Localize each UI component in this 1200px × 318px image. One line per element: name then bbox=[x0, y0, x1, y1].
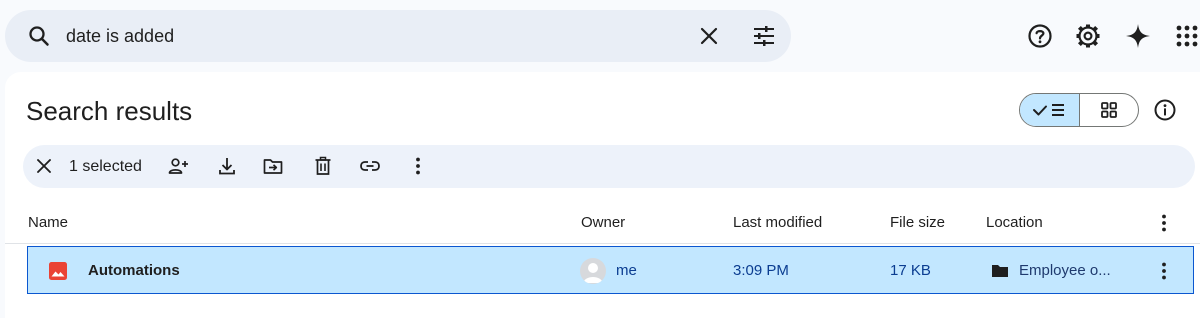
info-icon[interactable] bbox=[1153, 98, 1177, 122]
row-more-vert-icon[interactable] bbox=[1154, 259, 1174, 283]
close-icon[interactable] bbox=[697, 24, 721, 48]
more-vert-icon[interactable] bbox=[407, 155, 429, 177]
page-title: Search results bbox=[26, 96, 193, 126]
owner-value: me bbox=[616, 262, 637, 279]
column-header-name[interactable]: Name bbox=[28, 214, 68, 232]
download-icon[interactable] bbox=[216, 155, 238, 177]
sparkle-icon[interactable] bbox=[1124, 22, 1152, 50]
avatar bbox=[580, 258, 606, 284]
file-size-value: 17 KB bbox=[890, 262, 931, 279]
last-modified-value: 3:09 PM bbox=[733, 262, 789, 279]
folder-icon bbox=[991, 263, 1009, 279]
clear-selection-icon[interactable] bbox=[33, 155, 55, 177]
copy-link-icon[interactable] bbox=[359, 155, 381, 177]
header-divider bbox=[5, 243, 1200, 244]
move-to-folder-icon[interactable] bbox=[262, 155, 284, 177]
search-input[interactable]: date is added bbox=[66, 25, 174, 47]
grid-icon bbox=[1101, 102, 1117, 118]
list-view-button[interactable] bbox=[1020, 94, 1080, 126]
search-box[interactable]: date is added bbox=[5, 10, 791, 62]
column-header-owner[interactable]: Owner bbox=[581, 214, 625, 232]
view-toggle bbox=[1019, 93, 1139, 127]
gear-icon[interactable] bbox=[1074, 22, 1102, 50]
tune-icon[interactable] bbox=[751, 24, 777, 48]
location-value[interactable]: Employee o... bbox=[1019, 262, 1111, 280]
help-circle-icon[interactable] bbox=[1026, 22, 1054, 50]
file-name[interactable]: Automations bbox=[88, 262, 180, 280]
image-file-icon bbox=[48, 261, 68, 281]
apps-grid-icon[interactable] bbox=[1173, 22, 1200, 50]
selection-action-bar bbox=[23, 145, 1195, 188]
share-add-person-icon[interactable] bbox=[167, 155, 189, 177]
column-options-icon[interactable] bbox=[1154, 211, 1174, 240]
selection-count: 1 selected bbox=[69, 158, 142, 175]
grid-view-button[interactable] bbox=[1080, 94, 1138, 126]
checked-list-icon bbox=[1033, 104, 1064, 116]
column-header-file-size[interactable]: File size bbox=[890, 214, 945, 232]
search-icon[interactable] bbox=[27, 24, 51, 48]
column-header-last-modified[interactable]: Last modified bbox=[733, 214, 822, 232]
top-bar: date is added bbox=[0, 0, 1200, 72]
trash-icon[interactable] bbox=[312, 155, 334, 177]
column-header-location[interactable]: Location bbox=[986, 214, 1043, 232]
